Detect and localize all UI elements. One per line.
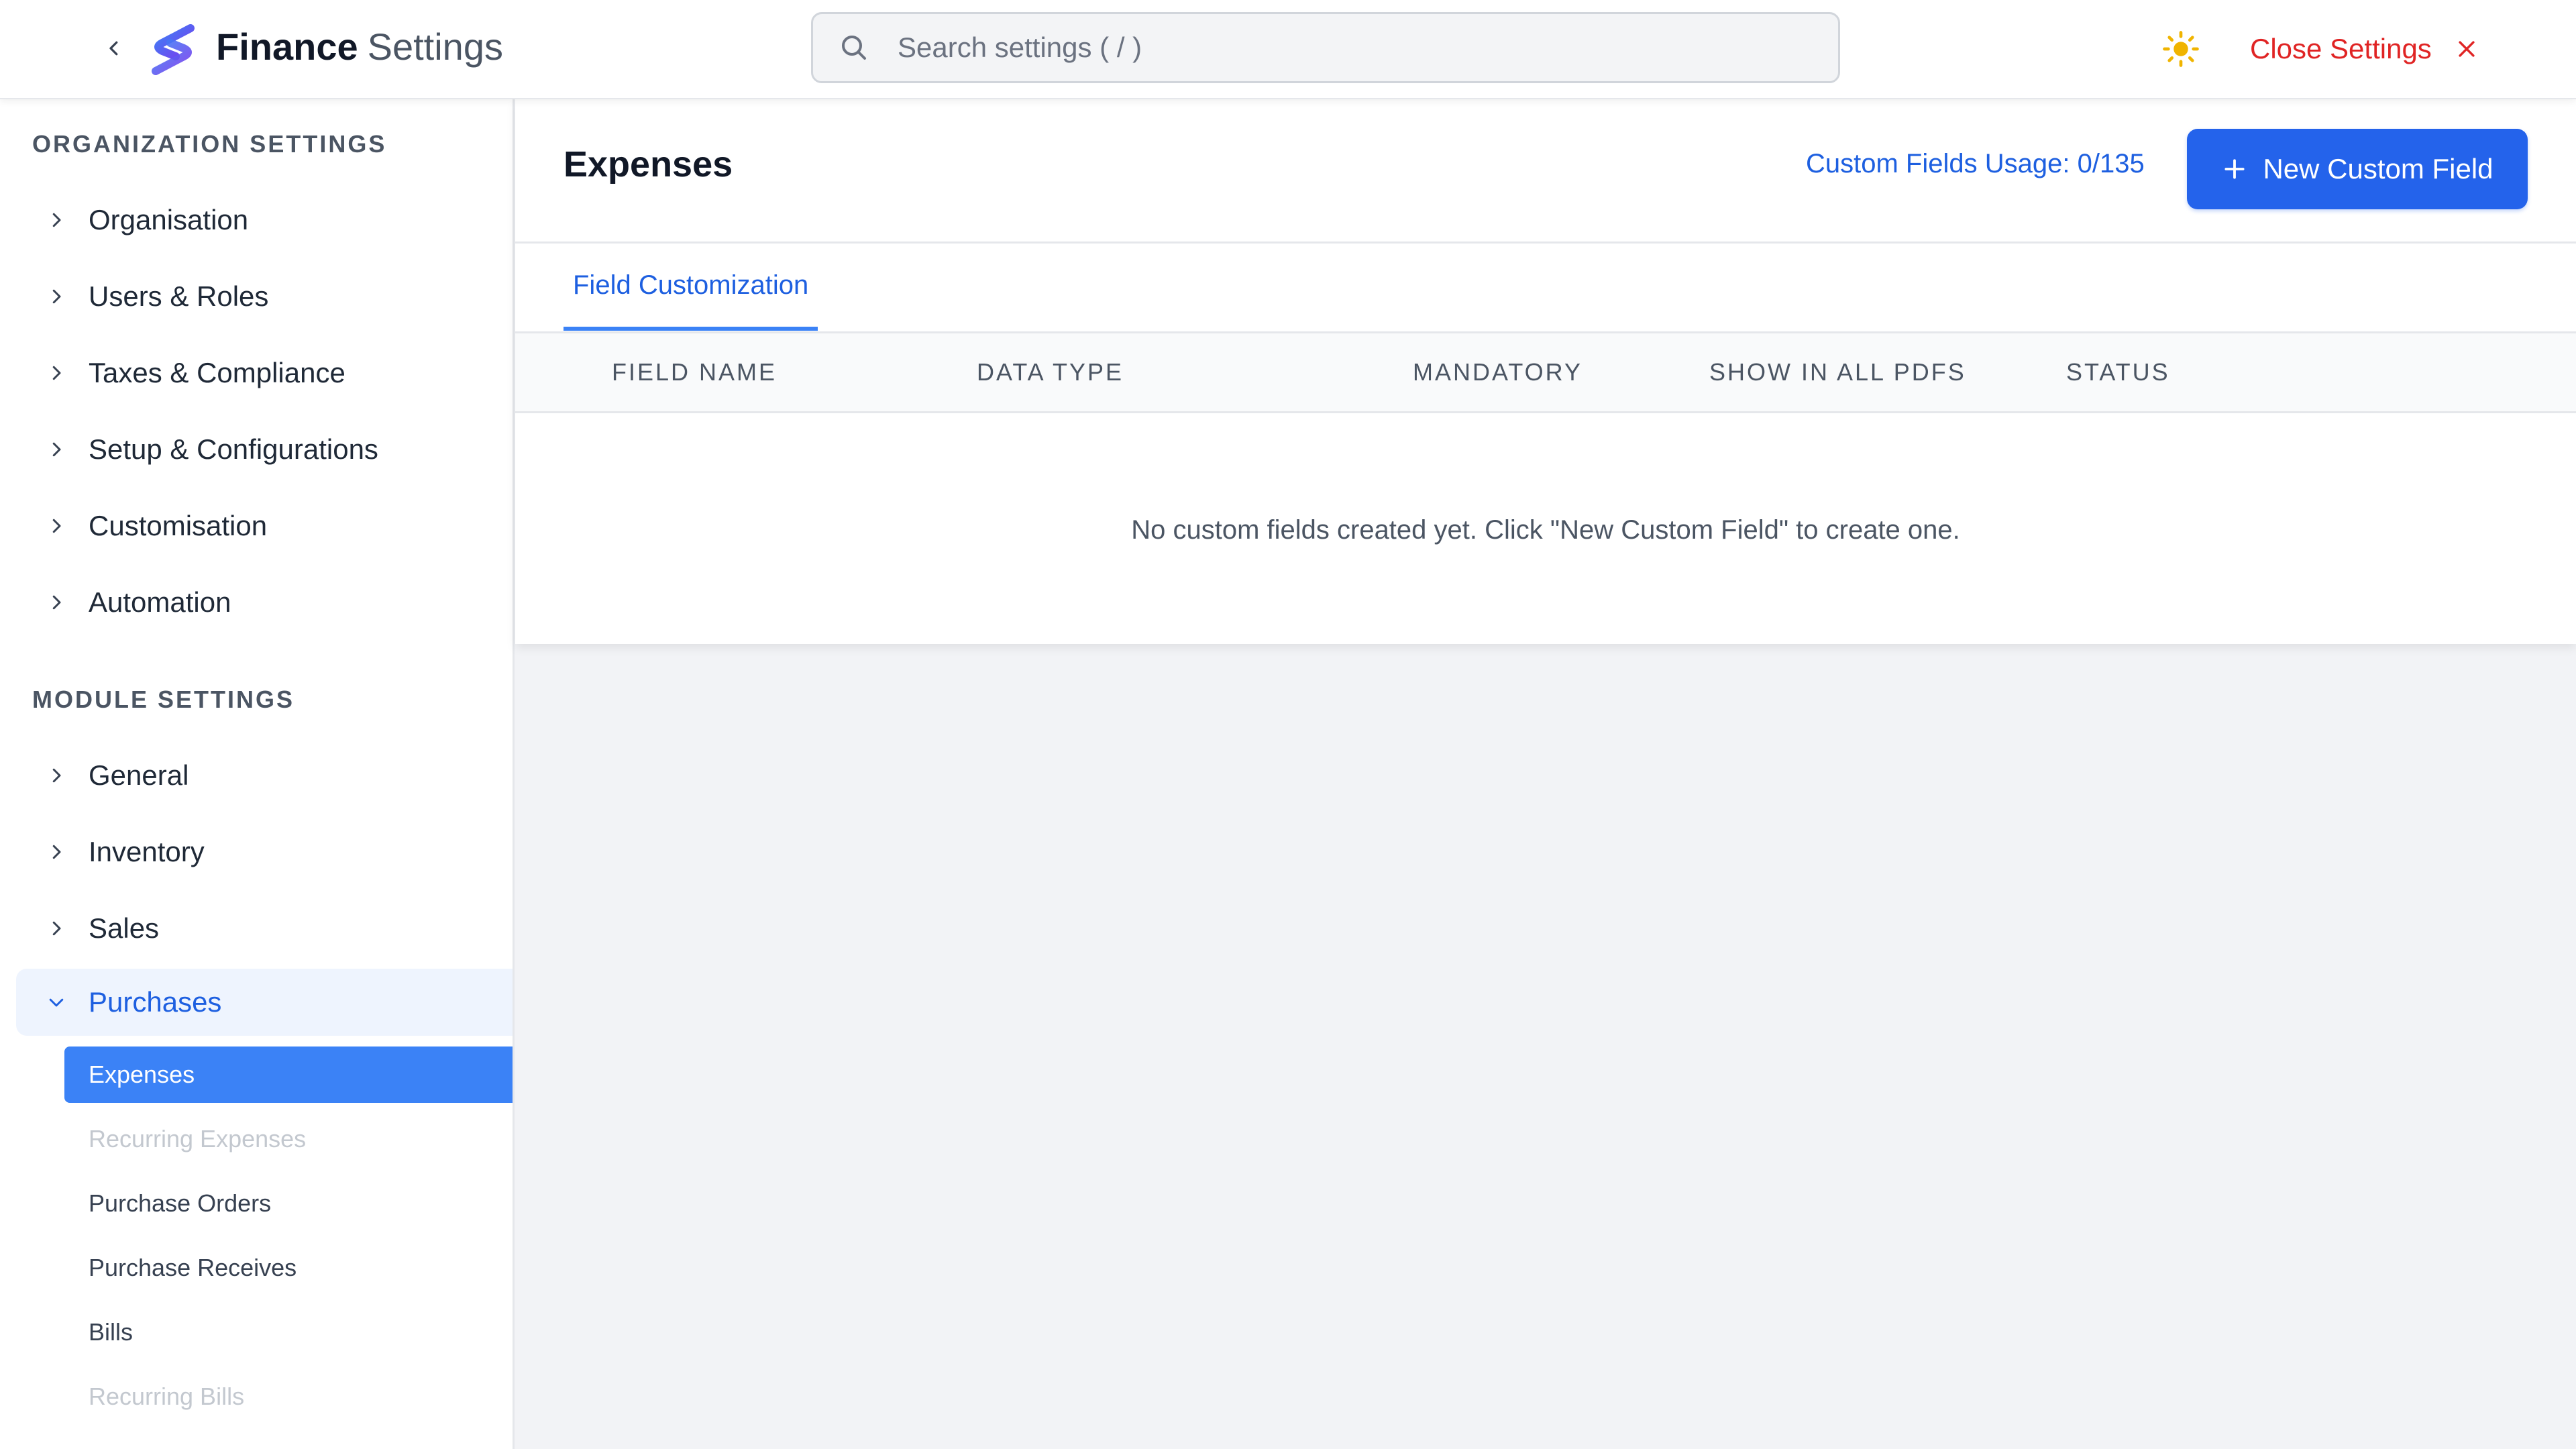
chevron-right-icon	[43, 839, 70, 865]
sidebar-item-label: Taxes & Compliance	[89, 357, 345, 388]
sidebar-item-label: Inventory	[89, 836, 205, 867]
tab-label: Field Customization	[573, 270, 809, 300]
table-header: FIELD NAME DATA TYPE MANDATORY SHOW IN A…	[515, 331, 2576, 413]
subnav-item-purchase-orders[interactable]: Purchase Orders	[64, 1175, 513, 1232]
new-custom-field-label: New Custom Field	[2263, 153, 2493, 184]
sidebar-item-automation[interactable]: Automation	[0, 569, 513, 636]
subnav-item-recurring-bills[interactable]: Recurring Bills	[64, 1368, 513, 1425]
empty-state-message: No custom fields created yet. Click "New…	[1131, 515, 1960, 545]
logo-icon	[152, 24, 195, 75]
chevron-right-icon	[43, 915, 70, 942]
subnav-item-purchase-receives[interactable]: Purchase Receives	[64, 1240, 513, 1296]
column-header-show-in-all-pdfs: SHOW IN ALL PDFS	[1709, 358, 1966, 386]
search-input[interactable]	[896, 31, 1771, 64]
chevron-down-icon	[43, 989, 70, 1016]
sidebar-item-label: Sales	[89, 912, 160, 944]
subnav-item-label: Bills	[89, 1318, 133, 1346]
subnav-item-label: Recurring Bills	[89, 1383, 245, 1410]
top-bar: FinanceSettings Close Settings	[0, 0, 2576, 99]
sidebar-item-inventory[interactable]: Inventory	[0, 818, 513, 885]
sidebar-item-purchases[interactable]: Purchases	[16, 969, 513, 1036]
subnav-item-label: Expenses	[89, 1061, 195, 1088]
sidebar-item-label: Setup & Configurations	[89, 433, 378, 465]
custom-fields-panel: Expenses Custom Fields Usage: 0/135 New …	[515, 99, 2576, 644]
sidebar-item-label: Customisation	[89, 510, 268, 541]
theme-toggle-button[interactable]	[2160, 28, 2202, 70]
custom-fields-usage: Custom Fields Usage: 0/135	[1806, 149, 2145, 178]
sidebar-item-users-roles[interactable]: Users & Roles	[0, 263, 513, 330]
sidebar-item-label: Purchases	[89, 986, 222, 1018]
subnav-item-label: Purchase Orders	[89, 1189, 272, 1217]
chevron-right-icon	[43, 283, 70, 310]
sidebar-item-label: Users & Roles	[89, 280, 269, 312]
section-title-organization: ORGANIZATION SETTINGS	[32, 130, 387, 158]
column-header-status: STATUS	[2066, 358, 2170, 386]
app-title: Finance Settings	[216, 23, 503, 71]
sidebar-item-customisation[interactable]: Customisation	[0, 492, 513, 559]
chevron-right-icon	[43, 589, 70, 616]
section-title-module: MODULE SETTINGS	[32, 686, 295, 713]
app-subtitle: Settings	[367, 25, 503, 68]
column-header-data-type: DATA TYPE	[977, 358, 1124, 386]
page-title: Expenses	[564, 144, 733, 184]
close-icon	[2452, 34, 2481, 64]
chevron-right-icon	[43, 513, 70, 539]
sidebar-item-setup-configurations[interactable]: Setup & Configurations	[0, 416, 513, 483]
search-box[interactable]	[811, 12, 1840, 83]
chevron-right-icon	[43, 207, 70, 233]
tab-field-customization[interactable]: Field Customization	[564, 244, 818, 331]
close-settings-button[interactable]: Close Settings	[2250, 25, 2481, 72]
subnav-item-label: Purchase Receives	[89, 1254, 297, 1281]
chevron-right-icon	[43, 436, 70, 463]
sidebar-item-label: Automation	[89, 586, 231, 618]
subnav-item-label: Recurring Expenses	[89, 1125, 307, 1152]
sidebar-item-taxes-compliance[interactable]: Taxes & Compliance	[0, 339, 513, 407]
sun-icon	[2163, 31, 2199, 67]
close-settings-label: Close Settings	[2250, 33, 2432, 64]
search-icon	[836, 30, 872, 66]
subnav-item-expenses[interactable]: Expenses	[64, 1046, 513, 1103]
sidebar-item-label: General	[89, 759, 189, 791]
chevron-right-icon	[43, 360, 70, 386]
sidebar-item-sales[interactable]: Sales	[0, 895, 513, 962]
column-header-field-name: FIELD NAME	[612, 358, 777, 386]
sidebar: ORGANIZATION SETTINGS Organisation Users…	[0, 99, 515, 1449]
subnav-item-bills[interactable]: Bills	[64, 1304, 513, 1360]
subnav-item-recurring-expenses[interactable]: Recurring Expenses	[64, 1111, 513, 1167]
new-custom-field-button[interactable]: New Custom Field	[2187, 129, 2528, 209]
sidebar-item-general[interactable]: General	[0, 742, 513, 809]
sidebar-item-organisation[interactable]: Organisation	[0, 186, 513, 254]
header-divider	[515, 241, 2576, 244]
back-button[interactable]	[94, 28, 134, 68]
plus-icon	[2221, 156, 2248, 182]
chevron-left-icon	[109, 41, 118, 56]
chevron-right-icon	[43, 762, 70, 789]
sidebar-item-label: Organisation	[89, 204, 249, 235]
app-name: Finance	[216, 25, 358, 68]
column-header-mandatory: MANDATORY	[1413, 358, 1583, 386]
